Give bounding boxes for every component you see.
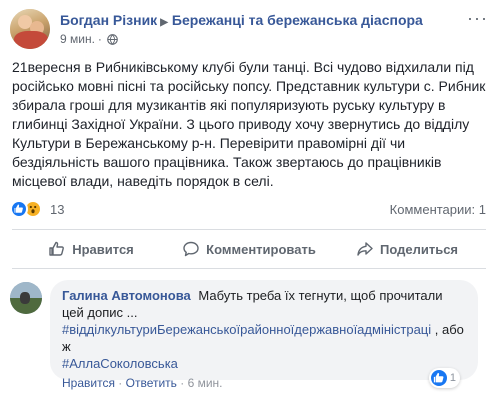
comment-time[interactable]: 6 мин. xyxy=(188,376,223,390)
comment-button[interactable]: Комментировать xyxy=(170,230,328,268)
post-meta: 9 мин. · xyxy=(60,32,118,46)
separator-dot: · xyxy=(114,376,126,390)
commenter-name[interactable]: Галина Автомонова xyxy=(62,288,191,303)
comment-reply-link[interactable]: Ответить xyxy=(126,376,177,390)
comment-label: Комментировать xyxy=(206,241,316,257)
like-reaction-icon xyxy=(430,370,447,386)
globe-icon xyxy=(107,33,118,45)
hashtag-link[interactable]: #АллаСоколовська xyxy=(62,356,178,371)
meta-dot: · xyxy=(97,32,102,46)
post-header: Богдан Різник ▶ Бережанці та бережанська д… xyxy=(10,9,488,49)
reactions-summary[interactable]: 13 Комментарии: 1 xyxy=(10,200,488,220)
author-line: Богдан Різник ▶ Бережанці та бережанська д… xyxy=(60,12,423,28)
post-time[interactable]: 9 мин. xyxy=(60,32,95,46)
comment-like-link[interactable]: Нравится xyxy=(62,376,115,390)
like-button[interactable]: Нравится xyxy=(12,230,170,268)
author-name[interactable]: Богдан Різник xyxy=(60,12,157,28)
hashtag-link[interactable]: #відділкультуриБережанськоїрайонноїдержа… xyxy=(62,322,431,337)
divider xyxy=(12,268,486,269)
commenter-avatar[interactable] xyxy=(10,282,42,314)
comment-reaction-count: 1 xyxy=(449,372,456,384)
comment-reaction-badge[interactable]: 1 xyxy=(428,368,460,388)
share-icon xyxy=(357,242,373,256)
comment-actions: Нравится · Ответить · 6 мин. xyxy=(62,376,223,390)
reaction-count[interactable]: 13 xyxy=(50,202,64,217)
like-label: Нравится xyxy=(72,241,134,257)
post-text: 21вересня в Рибниківському клубі були та… xyxy=(12,59,486,189)
comments-count[interactable]: Комментарии: 1 xyxy=(390,202,486,217)
share-button[interactable]: Поделиться xyxy=(328,230,486,268)
comment-icon xyxy=(183,241,199,257)
share-label: Поделиться xyxy=(379,241,459,257)
group-name[interactable]: Бережанці та бережанська діаспора xyxy=(172,12,423,28)
like-reaction-icon xyxy=(10,200,28,218)
thumb-up-icon xyxy=(49,241,65,256)
more-options-icon[interactable]: ··· xyxy=(467,9,488,27)
post-actions: Нравится Комментировать Поделиться xyxy=(12,230,486,268)
separator-dot: · xyxy=(176,376,188,390)
comment-bubble: Галина Автомонова Мабуть треба їх тегнут… xyxy=(50,280,478,380)
caret-right-icon: ▶ xyxy=(160,17,168,28)
reaction-icons xyxy=(10,200,42,218)
author-avatar[interactable] xyxy=(10,9,50,49)
